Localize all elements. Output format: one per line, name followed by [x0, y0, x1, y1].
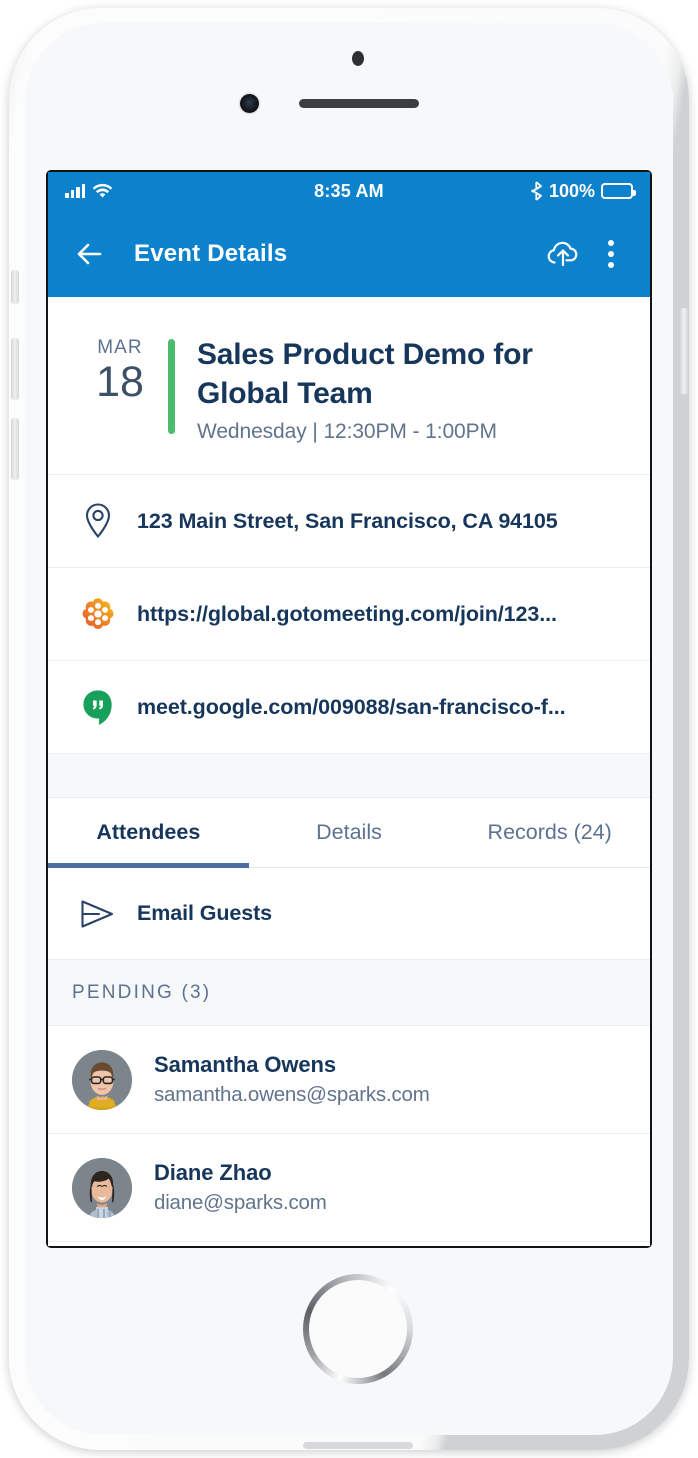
ambient-sensor-icon	[352, 51, 364, 66]
event-day: 18	[96, 358, 144, 406]
overflow-menu-icon[interactable]	[594, 239, 628, 268]
tab-attendees-label: Attendees	[96, 820, 201, 844]
status-bar: 8:35 AM 100%	[48, 172, 650, 210]
attendee-email: samantha.owens@sparks.com	[154, 1083, 430, 1106]
attendee-info: Samantha Owens samantha.owens@sparks.com	[154, 1052, 430, 1107]
status-bar-left	[65, 183, 252, 199]
volume-up-button[interactable]	[11, 338, 19, 400]
attendee-name: Diane Zhao	[154, 1160, 272, 1185]
back-arrow-icon[interactable]	[70, 233, 112, 275]
event-datetime: Wednesday | 12:30PM - 1:00PM	[197, 420, 497, 443]
home-button[interactable]	[303, 1274, 413, 1384]
avatar	[72, 1049, 132, 1110]
event-accent-bar	[168, 339, 175, 434]
event-date-block: MAR 18	[72, 333, 168, 444]
event-location-row[interactable]: 123 Main Street, San Francisco, CA 94105	[48, 475, 650, 568]
home-button-face	[309, 1280, 407, 1378]
cloud-upload-icon[interactable]	[542, 233, 584, 275]
avatar	[72, 1157, 132, 1218]
event-location-text: 123 Main Street, San Francisco, CA 94105	[137, 508, 558, 533]
bottom-speaker	[303, 1442, 413, 1449]
phone-screen: 8:35 AM 100% Event Details MAR 18 Sales …	[48, 172, 650, 1246]
section-separator	[48, 754, 650, 798]
signal-bars-icon	[65, 184, 85, 198]
hangouts-link-row[interactable]: meet.google.com/009088/san-francisco-f..…	[48, 661, 650, 754]
event-month: MAR	[97, 337, 143, 358]
status-bar-time: 8:35 AM	[314, 180, 384, 201]
gotomeeting-icon	[72, 597, 124, 631]
wifi-icon	[92, 183, 113, 198]
event-header: MAR 18 Sales Product Demo for Global Tea…	[48, 297, 650, 475]
tab-details[interactable]: Details	[249, 798, 450, 867]
attendee-row[interactable]: Diane Zhao diane@sparks.com	[48, 1134, 650, 1242]
power-button[interactable]	[680, 308, 688, 394]
attendee-name: Samantha Owens	[154, 1052, 336, 1077]
attendee-row[interactable]: Samantha Owens samantha.owens@sparks.com	[48, 1026, 650, 1134]
battery-percent-label: 100%	[548, 180, 595, 201]
attendee-info: Diane Zhao diane@sparks.com	[154, 1160, 327, 1215]
status-bar-right: 100%	[446, 180, 636, 202]
silent-switch[interactable]	[11, 270, 19, 304]
email-guests-row[interactable]: Email Guests	[48, 868, 650, 960]
tab-attendees[interactable]: Attendees	[48, 798, 249, 868]
attendee-email: diane@sparks.com	[154, 1191, 327, 1214]
volume-down-button[interactable]	[11, 418, 19, 480]
send-icon	[72, 898, 124, 930]
page-title: Event Details	[134, 239, 288, 267]
tab-bar: Attendees Details Records (24)	[48, 798, 650, 868]
map-pin-icon	[72, 502, 124, 540]
pending-section-header: PENDING (3)	[48, 960, 650, 1026]
tab-details-label: Details	[316, 820, 382, 844]
tab-records[interactable]: Records (24)	[449, 798, 650, 867]
hangouts-icon	[72, 689, 124, 726]
gotomeeting-link-row[interactable]: https://global.gotomeeting.com/join/123.…	[48, 568, 650, 661]
hangouts-link-text: meet.google.com/009088/san-francisco-f..…	[137, 694, 566, 719]
event-title: Sales Product Demo for Global Team	[197, 338, 533, 410]
bluetooth-icon	[531, 181, 542, 201]
front-camera-icon	[240, 94, 259, 113]
tab-records-label: Records (24)	[487, 820, 612, 844]
event-info: Sales Product Demo for Global Team Wedne…	[197, 333, 626, 444]
app-bar: Event Details	[48, 210, 650, 297]
email-guests-label: Email Guests	[137, 901, 273, 925]
gotomeeting-link-text: https://global.gotomeeting.com/join/123.…	[137, 601, 557, 626]
earpiece-speaker	[299, 99, 419, 108]
battery-full-icon	[600, 183, 636, 199]
